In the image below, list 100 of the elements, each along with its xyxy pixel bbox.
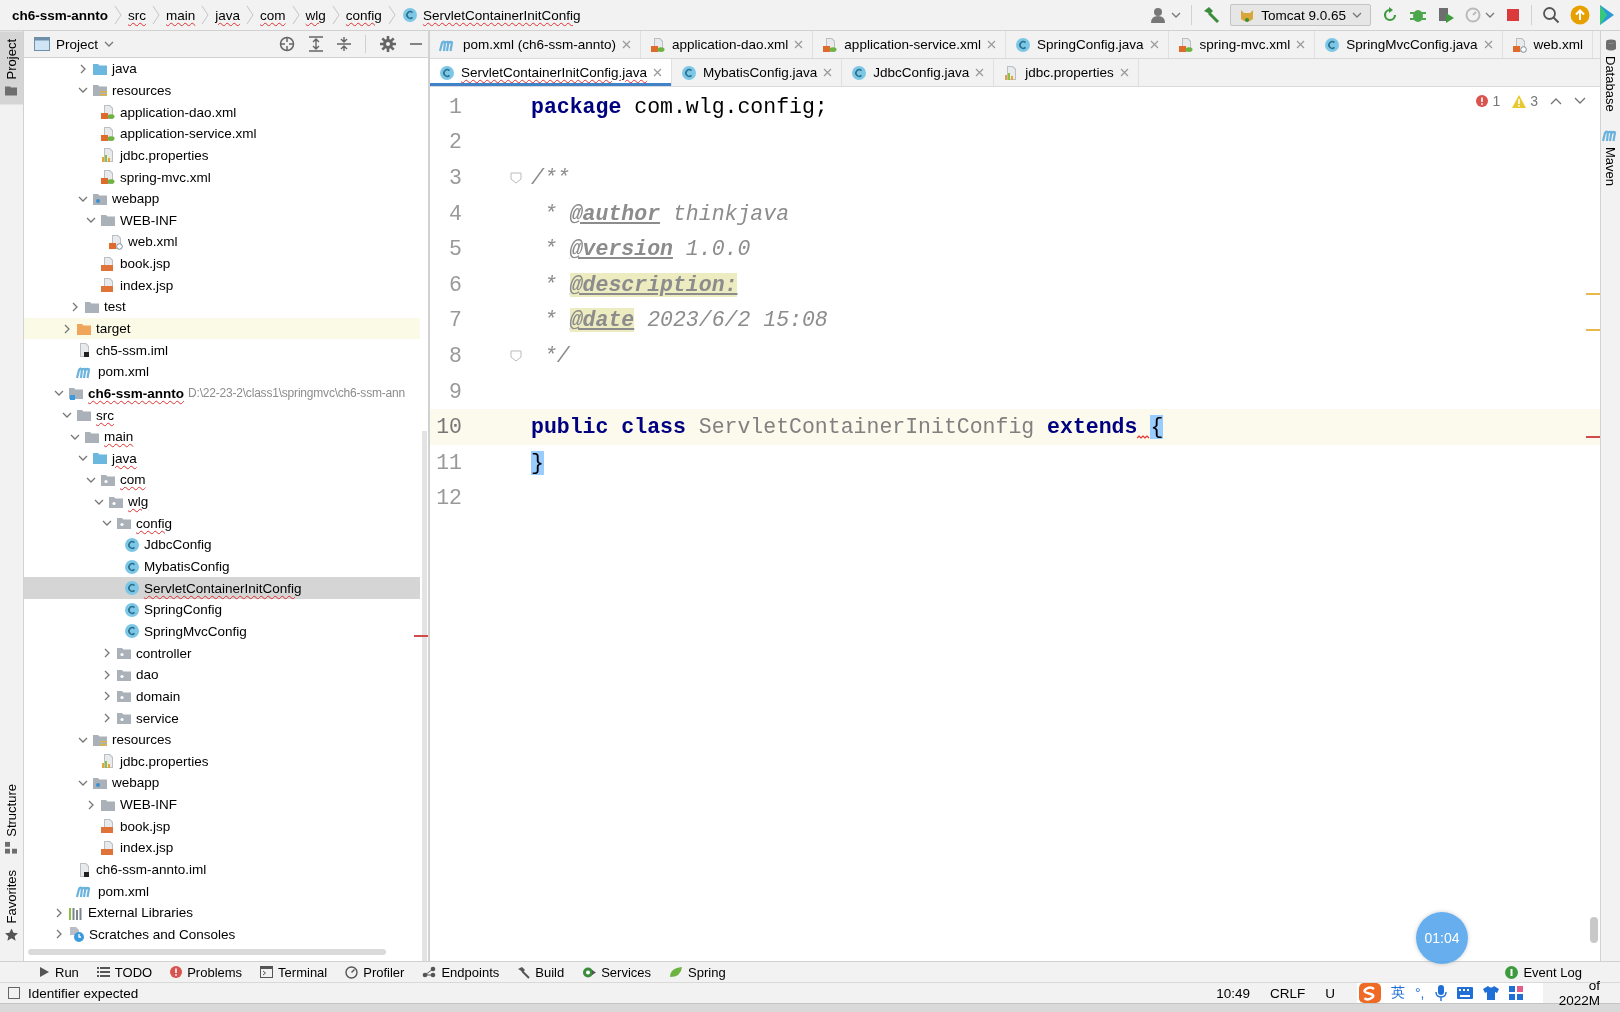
tree-item[interactable]: MybatisConfig (24, 555, 420, 578)
editor-tab[interactable]: application-service.xml (813, 31, 1006, 58)
breadcrumb-item[interactable]: ch6-ssm-annto (12, 7, 109, 23)
file-icon (108, 233, 124, 250)
tree-item[interactable]: pom.xml (24, 360, 420, 383)
tool-window-button[interactable]: Profiler (337, 963, 413, 981)
tool-window-button[interactable]: Problems (162, 963, 251, 981)
tree-item[interactable]: JdbcConfig (24, 534, 420, 556)
language-toggle[interactable]: 英 (1391, 984, 1405, 1002)
editor-tab[interactable]: jdbc.properties (994, 59, 1139, 86)
line-number: 5 (448, 236, 462, 264)
tool-window-tab[interactable]: Maven (1601, 119, 1620, 194)
tree-item[interactable]: WEB-INF (24, 793, 420, 816)
editor-tab[interactable]: SpringMvcConfig.java (1315, 31, 1503, 58)
editor-tab[interactable]: MybatisConfig.java (672, 59, 843, 86)
punctuation-toggle[interactable]: °, (1415, 985, 1425, 1001)
tree-item[interactable]: application-dao.xml (24, 101, 420, 123)
tree-item[interactable]: dao (24, 663, 420, 686)
scrollbar[interactable] (28, 949, 386, 955)
breadcrumb-item[interactable]: com (260, 7, 286, 23)
tool-window-button[interactable]: Spring (661, 963, 734, 981)
tree-item[interactable]: book.jsp (24, 815, 420, 838)
tree-item[interactable]: src (24, 404, 420, 426)
warning-mark[interactable] (1586, 293, 1600, 295)
tree-item[interactable]: ch6-ssm-annto D:\22-23-2\class1\springmvc\ch6-ssm-ann (24, 382, 420, 405)
tool-window-tab[interactable]: Favorites (0, 861, 23, 949)
profiler-button[interactable] (1465, 6, 1495, 24)
breadcrumb-item[interactable]: src (128, 7, 147, 23)
tool-window-button[interactable]: Services (574, 963, 660, 981)
tree-item[interactable]: controller (24, 642, 420, 664)
close-icon (823, 68, 833, 77)
line-separator[interactable]: CRLF (1270, 985, 1306, 1001)
tree-item[interactable]: webapp (24, 187, 420, 210)
tree-item[interactable]: ch6-ssm-annto.iml (24, 858, 420, 881)
file-encoding[interactable]: U (1325, 985, 1335, 1001)
tree-item[interactable]: config (24, 512, 420, 535)
tree-item[interactable]: service (24, 707, 420, 729)
tree-item[interactable]: target (24, 317, 420, 340)
tool-window-tab[interactable]: Project (0, 31, 23, 105)
tree-item[interactable]: com (24, 469, 420, 491)
editor-tab[interactable]: SpringConfig.java (1005, 31, 1169, 58)
warning-mark[interactable] (1586, 329, 1600, 331)
error-count[interactable]: 1 (1476, 93, 1501, 109)
tree-item[interactable]: web.xml (24, 231, 420, 253)
separator-icon (246, 5, 255, 25)
tool-window-button[interactable]: Endpoints (414, 963, 508, 981)
tree-item[interactable]: main (24, 425, 420, 448)
tree-item[interactable]: External Libraries (24, 902, 420, 924)
tree-item[interactable]: java (24, 447, 420, 470)
breadcrumb-item[interactable]: ServletContainerInitConfig (401, 7, 581, 23)
tree-item[interactable]: resources (24, 728, 420, 751)
warning-count[interactable]: 3 (1512, 93, 1538, 109)
breadcrumb-item[interactable]: wlg (305, 7, 326, 23)
editor-tab[interactable]: pom.xml (ch6-ssm-annto) (430, 31, 642, 58)
tool-window-button[interactable]: TODO (88, 963, 161, 981)
tool-window-tab[interactable]: Structure (0, 775, 23, 862)
project-view-dropdown[interactable]: Project (34, 36, 115, 52)
tool-window-button[interactable]: Build (509, 963, 573, 981)
scrollbar[interactable] (1590, 917, 1598, 943)
tree-item[interactable]: pom.xml (24, 880, 420, 902)
tree-item[interactable]: test (24, 296, 420, 318)
breadcrumb-item[interactable]: main (166, 7, 196, 23)
folder-icon (68, 385, 84, 402)
tree-item[interactable]: book.jsp (24, 252, 420, 275)
tree-item[interactable]: SpringConfig (24, 599, 420, 621)
tree-item[interactable]: webapp (24, 772, 420, 794)
tree-item[interactable]: java (24, 58, 420, 80)
editor-tab[interactable]: spring-mvc.xml (1168, 31, 1316, 58)
tree-item[interactable]: ch5-ssm.iml (24, 339, 420, 361)
tree-item[interactable]: WEB-INF (24, 209, 420, 232)
tree-item[interactable]: resources (24, 79, 420, 102)
run-configuration-dropdown[interactable]: Tomcat 9.0.65 (1230, 4, 1371, 26)
caret-position[interactable]: 10:49 (1216, 985, 1250, 1001)
editor-tab[interactable]: ServletContainerInitConfig.java (430, 59, 673, 86)
folder-icon (100, 472, 116, 488)
tree-item[interactable]: index.jsp (24, 274, 420, 297)
scrollbar[interactable] (422, 431, 427, 961)
event-log-button[interactable]: Event Log (1497, 963, 1590, 981)
tree-item[interactable]: domain (24, 685, 420, 708)
tree-item[interactable]: ServletContainerInitConfig (24, 577, 420, 599)
tree-item[interactable]: Scratches and Consoles (24, 923, 420, 946)
editor-tab[interactable]: application-dao.xml (641, 31, 814, 58)
tool-window-button[interactable]: Terminal (252, 963, 336, 981)
tree-item[interactable]: jdbc.properties (24, 144, 420, 167)
class-icon (1014, 36, 1031, 53)
tree-item[interactable]: SpringMvcConfig (24, 620, 420, 643)
tree-item[interactable]: index.jsp (24, 837, 420, 859)
tree-item[interactable]: application-service.xml (24, 122, 420, 145)
tool-window-button[interactable]: Run (30, 963, 87, 981)
breadcrumb-item[interactable]: config (345, 7, 382, 23)
tree-item[interactable]: spring-mvc.xml (24, 166, 420, 188)
tree-item[interactable]: wlg (24, 490, 420, 513)
error-mark[interactable] (1586, 436, 1600, 438)
breadcrumb-item[interactable]: java (215, 7, 241, 23)
tree-item[interactable]: jdbc.properties (24, 750, 420, 773)
editor-tab[interactable]: web.xml (1502, 31, 1594, 58)
editor-tab[interactable]: JdbcConfig.java (842, 59, 995, 86)
tool-window-tab[interactable]: Database (1601, 31, 1620, 120)
line-number: 2 (448, 129, 462, 157)
user-button[interactable] (1151, 7, 1182, 23)
